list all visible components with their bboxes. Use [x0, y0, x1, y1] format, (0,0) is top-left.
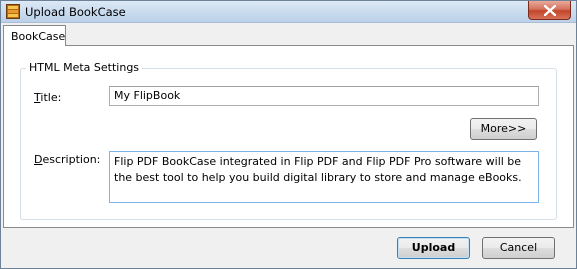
more-button[interactable]: More>> [470, 118, 537, 140]
window-title: Upload BookCase [25, 5, 126, 19]
close-icon [544, 5, 556, 16]
description-input[interactable]: Flip PDF BookCase integrated in Flip PDF… [109, 151, 539, 203]
close-button[interactable] [528, 1, 571, 20]
title-label: Title: [34, 91, 62, 104]
cancel-button-label: Cancel [499, 241, 538, 254]
title-bar[interactable]: Upload BookCase [1, 1, 576, 23]
upload-button[interactable]: Upload [397, 237, 470, 259]
cancel-button[interactable]: Cancel [482, 237, 555, 259]
upload-bookcase-dialog: Upload BookCase BookCase HTML Meta Setti… [0, 0, 577, 269]
group-legend: HTML Meta Settings [26, 61, 143, 74]
tab-bookcase[interactable]: BookCase [3, 25, 66, 46]
title-input[interactable]: My FlipBook [109, 86, 539, 106]
description-label: Description: [34, 153, 101, 166]
bookcase-icon [6, 4, 20, 19]
upload-button-label: Upload [411, 241, 456, 254]
tab-bookcase-label: BookCase [11, 30, 66, 43]
